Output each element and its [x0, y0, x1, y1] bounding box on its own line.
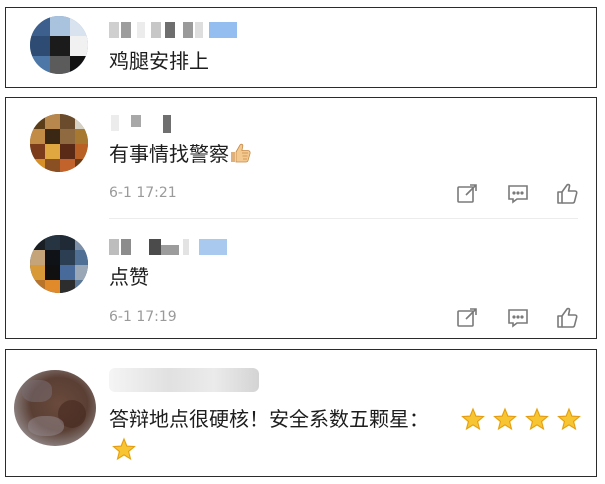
username-redacted[interactable] — [109, 115, 189, 133]
comment-text: 点赞 — [109, 265, 149, 289]
comment-icon — [508, 185, 528, 204]
comment-text: 答辩地点很硬核！安全系数五颗星： — [109, 407, 429, 431]
share-button[interactable] — [455, 306, 479, 330]
star-icon — [524, 407, 550, 431]
comment-card-1: 鸡腿安排上 — [5, 7, 597, 88]
like-button[interactable] — [556, 306, 580, 330]
share-icon — [457, 308, 477, 327]
action-bar — [455, 182, 581, 206]
share-icon — [457, 184, 477, 203]
comment-text: 鸡腿安排上 — [109, 49, 209, 73]
avatar[interactable] — [30, 235, 88, 293]
timestamp: 6-1 17:21 — [109, 185, 177, 201]
star-rating-overflow — [109, 436, 139, 464]
timestamp: 6-1 17:19 — [109, 309, 177, 325]
comment-card-3: 答辩地点很硬核！安全系数五颗星： — [5, 349, 597, 477]
comment-icon — [508, 309, 528, 328]
star-rating — [458, 406, 588, 434]
avatar[interactable] — [14, 370, 96, 446]
action-bar — [455, 306, 581, 330]
star-icon — [460, 407, 486, 431]
star-icon — [492, 407, 518, 431]
username-redacted[interactable] — [109, 368, 264, 392]
comment-text: 有事情找警察 — [109, 141, 253, 171]
username-redacted[interactable] — [109, 239, 234, 257]
avatar[interactable] — [30, 114, 88, 172]
comment-card-2: 有事情找警察 6-1 17:21 点赞 6-1 17:19 — [5, 97, 597, 339]
star-icon — [111, 437, 137, 461]
comment-button[interactable] — [506, 182, 530, 206]
like-button[interactable] — [556, 182, 580, 206]
comment-button[interactable] — [506, 306, 530, 330]
like-icon — [557, 183, 578, 204]
avatar[interactable] — [30, 16, 88, 74]
comment-text-content: 有事情找警察 — [109, 142, 229, 166]
like-icon — [557, 307, 578, 328]
share-button[interactable] — [455, 182, 479, 206]
username-redacted[interactable] — [109, 22, 249, 40]
divider — [109, 218, 578, 219]
thumbs-up-icon — [229, 141, 253, 171]
star-icon — [556, 407, 582, 431]
